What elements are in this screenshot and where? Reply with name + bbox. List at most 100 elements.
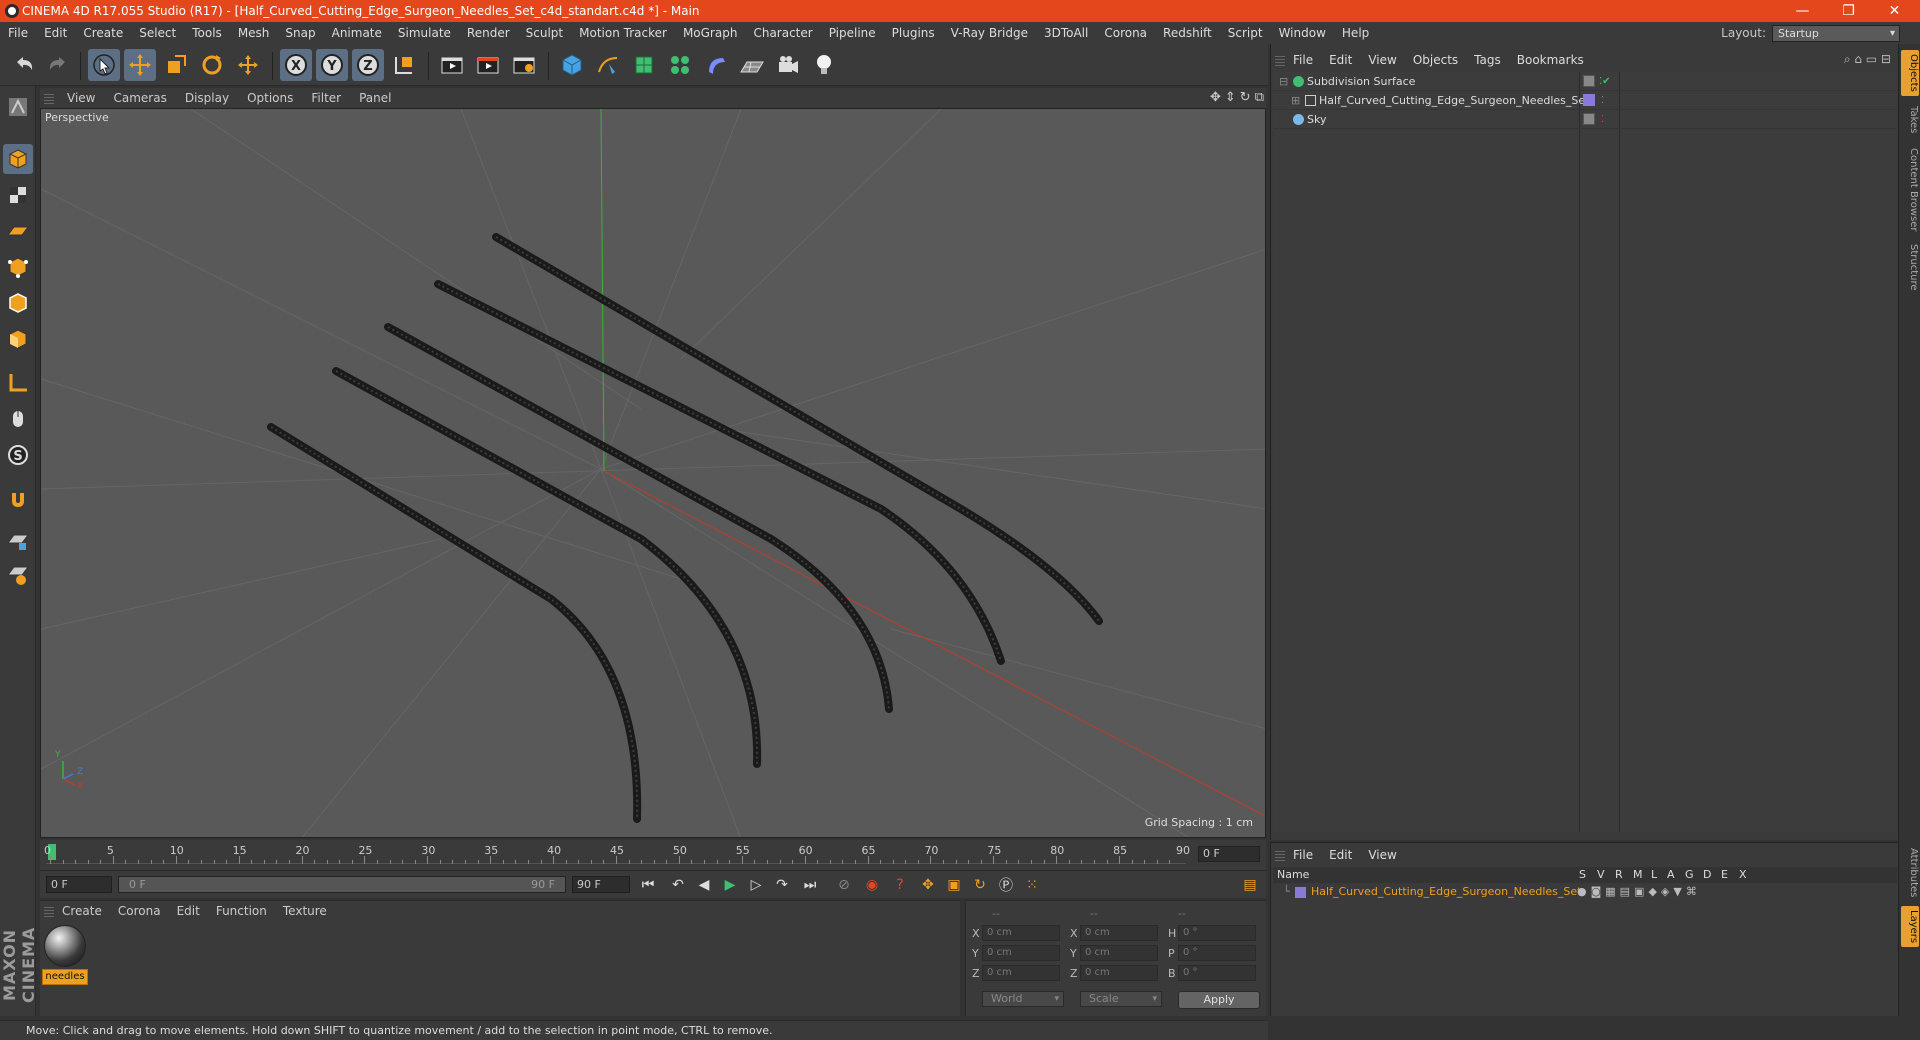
menu-mesh[interactable]: Mesh [230,22,278,44]
menu-redshift[interactable]: Redshift [1155,22,1220,44]
layer-col-locked[interactable]: L [1651,867,1657,883]
texture-mode-icon[interactable] [3,180,33,210]
menu-create[interactable]: Create [75,22,131,44]
material-name-label[interactable]: needles [42,969,88,985]
deformer-icon[interactable] [700,49,732,81]
tab-layers[interactable]: Layers [1901,906,1919,948]
menu-snap[interactable]: Snap [277,22,323,44]
layer-color-swatch[interactable] [1295,887,1306,898]
panel-grip-icon[interactable] [44,905,54,917]
menu-motion-tracker[interactable]: Motion Tracker [571,22,675,44]
material-menu-corona[interactable]: Corona [110,904,169,918]
solo-mode-icon[interactable]: S [3,440,33,470]
collapse-icon[interactable]: ⊟ [1279,72,1288,91]
panel-grip-icon[interactable] [1275,849,1285,861]
subdivision-surface-icon[interactable] [628,49,660,81]
material-preview-ball[interactable] [44,925,86,967]
layer-color-icon[interactable] [1583,94,1595,106]
cloner-icon[interactable] [664,49,696,81]
layer-switch-icons[interactable]: ●◙▦▤▣◆◈▼⌘ [1577,883,1701,901]
expand-icon[interactable]: ⊞ [1291,91,1300,110]
snap-icon[interactable] [3,484,33,514]
menu-window[interactable]: Window [1271,22,1334,44]
layer-col-render[interactable]: R [1615,867,1623,883]
tab-takes[interactable]: Takes [1901,102,1919,137]
menu-corona[interactable]: Corona [1096,22,1155,44]
zoom-view-icon[interactable]: ⇕ [1225,90,1236,105]
menu-edit[interactable]: Edit [36,22,75,44]
layer-col-xref[interactable]: X [1739,867,1747,883]
timeline-window-icon[interactable]: ▤ [1238,874,1262,896]
layer-col-generators[interactable]: G [1685,867,1694,883]
om-menu-tags[interactable]: Tags [1466,53,1509,67]
viewport-menu-options[interactable]: Options [238,91,302,105]
polygons-mode-icon[interactable] [3,324,33,354]
rotate-view-icon[interactable]: ↻ [1240,90,1251,105]
menu-mograph[interactable]: MoGraph [675,22,746,44]
visibility-dots-icon[interactable]: ⁚ [1601,91,1604,110]
go-to-start-icon[interactable]: ⏮ [636,874,660,896]
menu-character[interactable]: Character [745,22,820,44]
material-menu-texture[interactable]: Texture [275,904,335,918]
key-parameter-icon[interactable]: Ⓟ [994,874,1018,896]
minimize-button[interactable]: — [1780,0,1825,22]
tab-attributes[interactable]: Attributes [1901,844,1919,901]
menu-plugins[interactable]: Plugins [884,22,943,44]
layer-col-deformers[interactable]: D [1703,867,1711,883]
object-name[interactable]: Sky [1307,110,1326,129]
coordinate-system-icon[interactable] [388,49,420,81]
locked-workplane-icon[interactable] [3,560,33,590]
layer-name[interactable]: Half_Curved_Cutting_Edge_Surgeon_Needles… [1311,883,1581,901]
cube-object-icon[interactable] [556,49,588,81]
position-y-field[interactable]: 0 cm [982,945,1060,961]
enable-workplane-icon[interactable] [3,526,33,556]
autokey-icon[interactable]: ◉ [860,874,884,896]
layer-tag-icon[interactable] [1583,113,1595,125]
size-x-field[interactable]: 0 cm [1080,925,1158,941]
undo-icon[interactable] [8,49,40,81]
menu-vray-bridge[interactable]: V-Ray Bridge [943,22,1036,44]
object-name[interactable]: Subdivision Surface [1307,72,1415,91]
rotation-p-field[interactable]: 0 ° [1178,945,1256,961]
workplane-mode-icon[interactable] [3,216,33,246]
next-frame-icon[interactable]: ▷ [744,874,768,896]
y-axis-lock-icon[interactable]: Y [316,49,348,81]
viewport-menu-filter[interactable]: Filter [302,91,350,105]
size-y-field[interactable]: 0 cm [1080,945,1158,961]
pan-view-icon[interactable]: ✥ [1210,90,1221,105]
z-axis-lock-icon[interactable]: Z [352,49,384,81]
menu-animate[interactable]: Animate [324,22,390,44]
keyframe-selection-icon[interactable]: ? [888,874,912,896]
object-row[interactable]: Sky ⁚ [1273,110,1897,129]
om-menu-objects[interactable]: Objects [1405,53,1466,67]
viewport-menu-panel[interactable]: Panel [350,91,400,105]
play-icon[interactable]: ▶ [718,874,742,896]
close-button[interactable]: ✕ [1872,0,1917,22]
panel-grip-icon[interactable] [1275,54,1285,66]
viewport-menu-view[interactable]: View [58,91,104,105]
layer-col-animation[interactable]: A [1667,867,1675,883]
menu-sculpt[interactable]: Sculpt [518,22,571,44]
lm-menu-file[interactable]: File [1285,848,1321,862]
rotation-h-field[interactable]: 0 ° [1178,925,1256,941]
key-position-icon[interactable]: ✥ [916,874,940,896]
current-frame-field[interactable]: 0 F [1198,846,1260,862]
position-z-field[interactable]: 0 cm [982,965,1060,981]
render-picture-viewer-icon[interactable] [472,49,504,81]
edges-mode-icon[interactable] [3,288,33,318]
layer-col-expressions[interactable]: E [1721,867,1728,883]
menu-script[interactable]: Script [1220,22,1271,44]
layer-col-view[interactable]: V [1597,867,1605,883]
move-tool-icon[interactable] [124,49,156,81]
light-icon[interactable] [808,49,840,81]
material-menu-create[interactable]: Create [54,904,110,918]
object-row[interactable]: ⊞ Half_Curved_Cutting_Edge_Surgeon_Needl… [1273,91,1897,110]
tab-content-browser[interactable]: Content Browser [1901,144,1919,235]
coordinate-space-select[interactable]: World [982,991,1064,1007]
next-key-icon[interactable]: ↷ [770,874,794,896]
record-keys-icon[interactable]: ⊘ [832,874,856,896]
model-mode-icon[interactable] [3,144,33,174]
points-mode-icon[interactable] [3,252,33,282]
apply-button[interactable]: Apply [1178,991,1260,1009]
menu-help[interactable]: Help [1334,22,1377,44]
